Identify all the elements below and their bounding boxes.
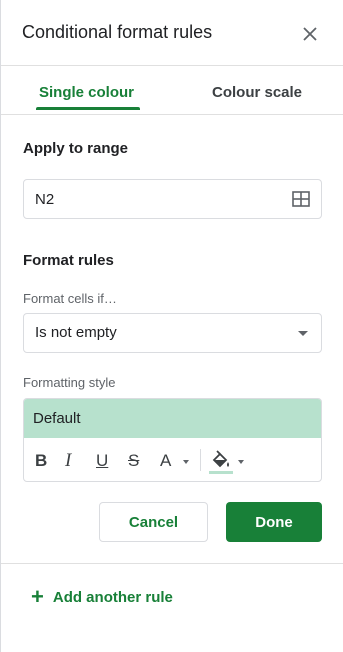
- style-toolbar: B I U S A: [24, 439, 321, 481]
- fill-color-swatch: [209, 471, 233, 474]
- add-another-rule-button[interactable]: + Add another rule: [31, 584, 173, 609]
- conditional-format-panel: Conditional format rules Single colour C…: [0, 0, 343, 652]
- add-rule-label: Add another rule: [52, 588, 173, 606]
- close-button[interactable]: [300, 24, 320, 44]
- italic-button[interactable]: I: [65, 451, 71, 471]
- fill-color-caret-icon[interactable]: [238, 460, 244, 464]
- format-rules-label: Format rules: [23, 252, 114, 269]
- formatting-style-label: Formatting style: [23, 375, 116, 390]
- strikethrough-button[interactable]: S: [128, 451, 139, 471]
- done-button[interactable]: Done: [226, 502, 322, 542]
- formatting-style-box: Default B I U S A: [23, 398, 322, 482]
- chevron-down-icon: [298, 331, 308, 336]
- cancel-button[interactable]: Cancel: [99, 502, 208, 542]
- style-preset-dropdown[interactable]: Default: [24, 399, 321, 438]
- panel-title: Conditional format rules: [22, 22, 213, 42]
- select-range-icon[interactable]: [292, 191, 310, 207]
- format-cells-if-label: Format cells if…: [23, 291, 117, 306]
- condition-select[interactable]: Is not empty: [23, 313, 322, 353]
- active-tab-indicator: [36, 107, 140, 110]
- underline-button[interactable]: U: [96, 451, 108, 471]
- apply-to-range-label: Apply to range: [23, 140, 129, 157]
- range-input[interactable]: N2: [23, 179, 322, 219]
- close-icon: [303, 27, 317, 41]
- tab-single-colour[interactable]: Single colour: [39, 84, 134, 101]
- tab-colour-scale[interactable]: Colour scale: [212, 84, 302, 101]
- plus-icon: +: [31, 584, 44, 609]
- text-color-button[interactable]: A: [160, 451, 171, 471]
- rule-type-tabs: Single colour Colour scale: [1, 66, 343, 115]
- bold-button[interactable]: B: [35, 451, 47, 471]
- range-value: N2: [35, 191, 55, 208]
- text-color-caret-icon[interactable]: [183, 460, 189, 464]
- toolbar-divider: [200, 449, 201, 471]
- panel-header: Conditional format rules: [1, 0, 343, 66]
- style-preview-text: Default: [33, 410, 81, 427]
- condition-value: Is not empty: [35, 324, 117, 341]
- section-divider: [1, 563, 343, 564]
